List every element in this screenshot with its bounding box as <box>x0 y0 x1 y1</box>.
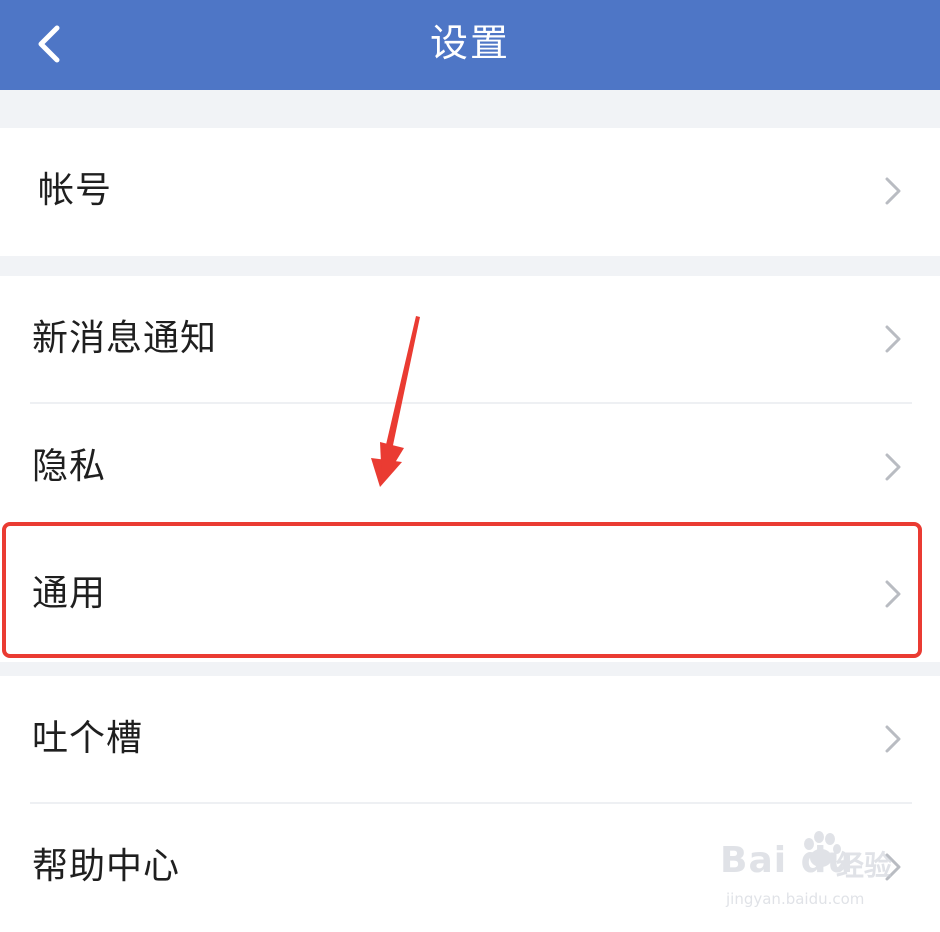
chevron-right-icon <box>885 853 901 881</box>
settings-item-notifications[interactable]: 新消息通知 <box>0 276 940 402</box>
top-nav-bar: 设置 <box>0 0 940 90</box>
settings-item-privacy[interactable]: 隐私 <box>0 404 940 530</box>
settings-item-help-center[interactable]: 帮助中心 <box>0 804 940 930</box>
chevron-right-icon <box>885 725 901 753</box>
settings-group-account: 帐号 <box>0 128 940 256</box>
settings-item-label: 帐号 <box>38 170 113 211</box>
chevron-right-icon <box>885 453 901 481</box>
settings-item-general[interactable]: 通用 <box>0 531 940 657</box>
settings-item-feedback[interactable]: 吐个槽 <box>0 676 940 802</box>
settings-item-label: 新消息通知 <box>32 318 218 359</box>
settings-group-main: 新消息通知 隐私 通用 <box>0 276 940 662</box>
page-title: 设置 <box>429 21 510 65</box>
chevron-right-icon <box>885 325 901 353</box>
settings-group-support: 吐个槽 帮助中心 <box>0 676 940 932</box>
settings-item-label: 隐私 <box>32 446 107 487</box>
chevron-right-icon <box>885 177 901 205</box>
settings-item-label: 通用 <box>32 573 107 614</box>
settings-item-account[interactable]: 帐号 <box>0 128 940 254</box>
settings-item-label: 吐个槽 <box>32 718 144 759</box>
settings-item-label: 帮助中心 <box>32 846 181 887</box>
chevron-right-icon <box>885 580 901 608</box>
